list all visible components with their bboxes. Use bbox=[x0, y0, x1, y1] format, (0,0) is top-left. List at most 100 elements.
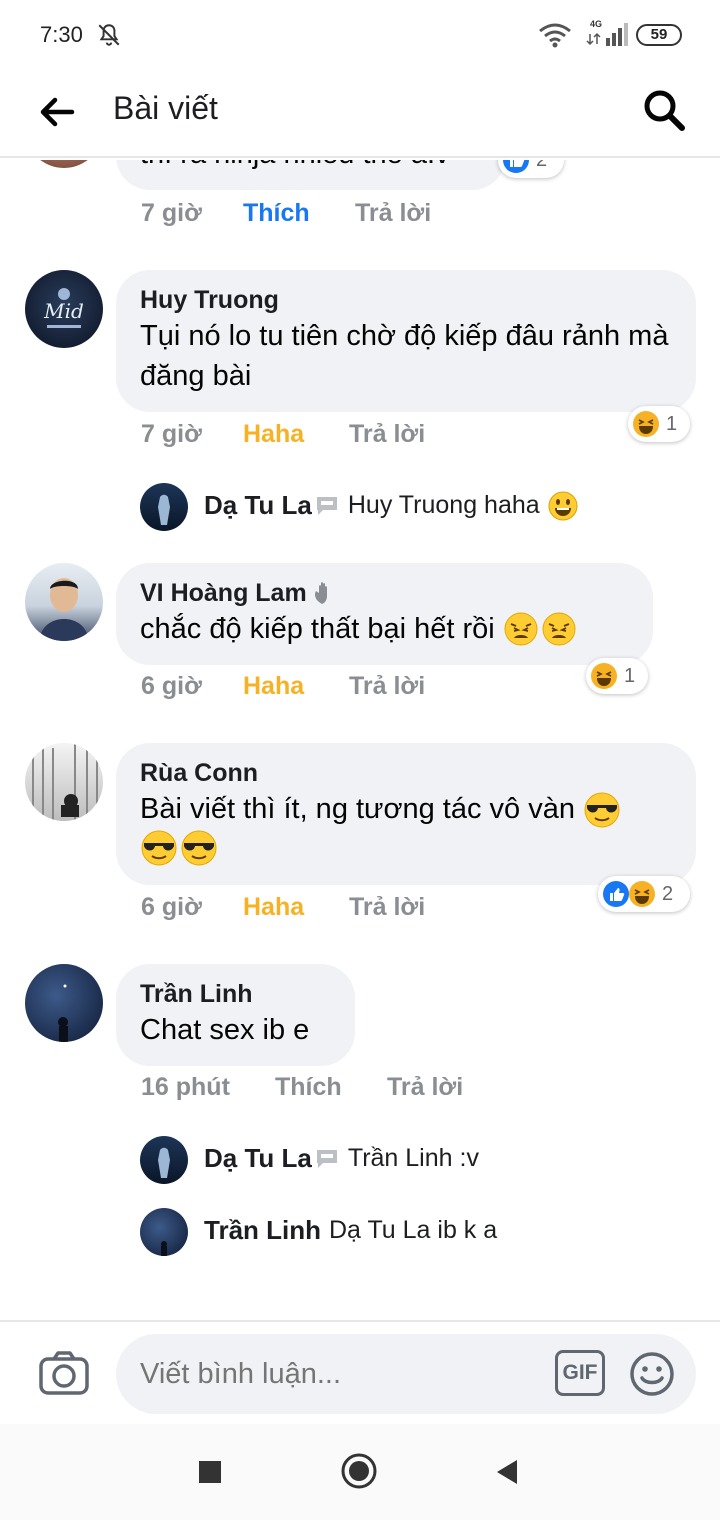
like-icon bbox=[603, 881, 629, 907]
reply-button[interactable]: Trả lời bbox=[349, 420, 425, 449]
comment-text: chắc độ kiếp thất bại hết rồi bbox=[140, 613, 495, 645]
like-icon bbox=[503, 160, 529, 173]
reply-author[interactable]: Trần Linh bbox=[204, 1215, 321, 1246]
game-controller-icon bbox=[316, 1149, 337, 1168]
commenter-name-row: VI Hoàng Lam bbox=[140, 577, 629, 609]
avatar[interactable] bbox=[25, 160, 103, 168]
avatar-portrait bbox=[39, 578, 89, 641]
comment-text: Tụi nó lo tu tiên chờ độ kiếp đâu rảnh m… bbox=[140, 320, 669, 392]
waving-hand-icon bbox=[314, 582, 327, 604]
comment-input[interactable] bbox=[116, 1334, 696, 1414]
comments-list: thì ra ninja nhiều thế a:v 2 7 giờ Thích… bbox=[0, 160, 720, 1320]
comment-time: 6 giờ bbox=[141, 672, 202, 700]
reaction-count: 1 bbox=[666, 412, 678, 435]
reply-text: Dạ Tu La ib k a bbox=[329, 1216, 498, 1244]
comment-bubble[interactable]: VI Hoàng Lam chắc độ kiếp thất bại hết r… bbox=[116, 563, 653, 665]
commenter-name[interactable]: Trần Linh bbox=[140, 978, 331, 1010]
avatar-silhouette bbox=[161, 1241, 167, 1256]
reply-text: Trần Linh :v bbox=[347, 1144, 479, 1172]
commenter-name[interactable]: VI Hoàng Lam bbox=[140, 577, 307, 609]
system-back-button[interactable] bbox=[495, 1458, 519, 1486]
reply-button[interactable]: Trả lời bbox=[355, 199, 431, 228]
avatar[interactable] bbox=[25, 743, 103, 821]
haha-button[interactable]: Haha bbox=[243, 672, 304, 701]
svg-text:Mid: Mid bbox=[43, 299, 84, 323]
sunglasses-emoji-icon bbox=[584, 792, 620, 828]
tired-face-emoji-icon bbox=[504, 612, 538, 646]
comment-bubble[interactable]: Rùa Conn Bài viết thì ít, ng tương tác v… bbox=[116, 743, 696, 885]
avatar-silhouette bbox=[58, 984, 68, 1042]
reply-author[interactable]: Dạ Tu La bbox=[204, 1143, 312, 1174]
battery-indicator: 59 bbox=[636, 24, 682, 46]
page-title: Bài viết bbox=[113, 90, 218, 126]
comment-text: Bài viết thì ít, ng tương tác vô vàn bbox=[140, 793, 575, 825]
notifications-off-icon bbox=[98, 24, 120, 46]
comment-time: 6 giờ bbox=[141, 893, 202, 921]
reaction-summary[interactable]: 2 bbox=[598, 876, 690, 912]
reply-author[interactable]: Dạ Tu La bbox=[204, 490, 312, 521]
home-button[interactable] bbox=[340, 1452, 378, 1490]
comment-bubble[interactable]: Huy Truong Tụi nó lo tu tiên chờ độ kiếp… bbox=[116, 270, 696, 412]
gif-icon[interactable]: GIF bbox=[555, 1350, 605, 1396]
avatar[interactable] bbox=[25, 563, 103, 641]
haha-button[interactable]: Haha bbox=[243, 420, 304, 449]
reaction-summary[interactable]: 1 bbox=[628, 406, 690, 442]
reply-item[interactable]: Trần Linh Dạ Tu La ib k a bbox=[204, 1215, 497, 1246]
reply-item[interactable]: Dạ Tu La Trần Linh :v bbox=[204, 1143, 479, 1174]
smiley-icon[interactable] bbox=[628, 1350, 676, 1398]
comment-time: 16 phút bbox=[141, 1073, 230, 1101]
reaction-count: 2 bbox=[536, 160, 547, 172]
comment-text-row: chắc độ kiếp thất bại hết rồi bbox=[140, 609, 629, 649]
reply-button[interactable]: Trả lời bbox=[349, 893, 425, 922]
grinning-emoji-icon bbox=[548, 491, 578, 520]
tired-face-emoji-icon bbox=[542, 612, 576, 646]
like-button[interactable]: Thích bbox=[275, 1073, 342, 1102]
haha-button[interactable]: Haha bbox=[243, 893, 304, 922]
avatar[interactable]: Mid bbox=[25, 270, 103, 348]
sunglasses-emoji-icon bbox=[181, 830, 217, 866]
commenter-name[interactable]: Rùa Conn bbox=[140, 757, 672, 789]
avatar[interactable] bbox=[140, 1208, 188, 1256]
comment-text: Chat sex ib e bbox=[140, 1014, 310, 1046]
signal-icon bbox=[586, 23, 628, 46]
comment-text-row: Bài viết thì ít, ng tương tác vô vàn bbox=[140, 789, 672, 829]
game-logo-icon: Mid bbox=[43, 288, 84, 328]
reply-item[interactable]: Dạ Tu La Huy Truong haha bbox=[204, 490, 578, 521]
avatar-figure bbox=[158, 1147, 170, 1178]
reply-button[interactable]: Trả lời bbox=[349, 672, 425, 701]
status-time: 7:30 bbox=[40, 22, 83, 47]
game-controller-icon bbox=[316, 496, 337, 515]
reaction-summary[interactable]: 1 bbox=[586, 658, 648, 694]
comment-composer: GIF bbox=[0, 1320, 720, 1424]
reaction-count: 1 bbox=[624, 664, 636, 687]
recent-apps-button[interactable] bbox=[199, 1461, 221, 1483]
wifi-icon bbox=[539, 23, 571, 48]
reaction-summary[interactable]: 2 bbox=[498, 160, 564, 178]
comment-time: 7 giờ bbox=[141, 420, 202, 448]
reaction-count: 2 bbox=[662, 882, 674, 905]
app-header: Bài viết bbox=[0, 70, 720, 158]
like-button[interactable]: Thích bbox=[243, 199, 310, 228]
haha-icon bbox=[633, 411, 659, 437]
reply-button[interactable]: Trả lời bbox=[387, 1073, 463, 1102]
avatar[interactable] bbox=[25, 964, 103, 1042]
comment-text: thì ra ninja nhiều thế a:v bbox=[140, 160, 482, 174]
comment-time: 7 giờ bbox=[141, 199, 202, 227]
sunglasses-emoji-icon bbox=[141, 830, 177, 866]
comment-bubble[interactable]: Trần Linh Chat sex ib e bbox=[116, 964, 355, 1066]
system-nav-bar bbox=[0, 1424, 720, 1520]
avatar[interactable] bbox=[140, 1136, 188, 1184]
avatar[interactable] bbox=[140, 483, 188, 531]
avatar-figure bbox=[158, 494, 170, 525]
back-arrow-icon[interactable] bbox=[36, 92, 76, 132]
haha-icon bbox=[591, 663, 617, 689]
reply-text: Huy Truong haha bbox=[347, 491, 540, 519]
avatar-scene bbox=[32, 743, 98, 821]
search-icon[interactable] bbox=[640, 86, 688, 134]
comment-emoji-row bbox=[140, 829, 672, 867]
commenter-name[interactable]: Huy Truong bbox=[140, 284, 672, 316]
comment-bubble[interactable]: thì ra ninja nhiều thế a:v bbox=[116, 160, 506, 190]
haha-icon bbox=[629, 881, 655, 907]
camera-icon[interactable] bbox=[38, 1348, 90, 1398]
status-bar: 7:30 4G 59 bbox=[0, 0, 720, 70]
